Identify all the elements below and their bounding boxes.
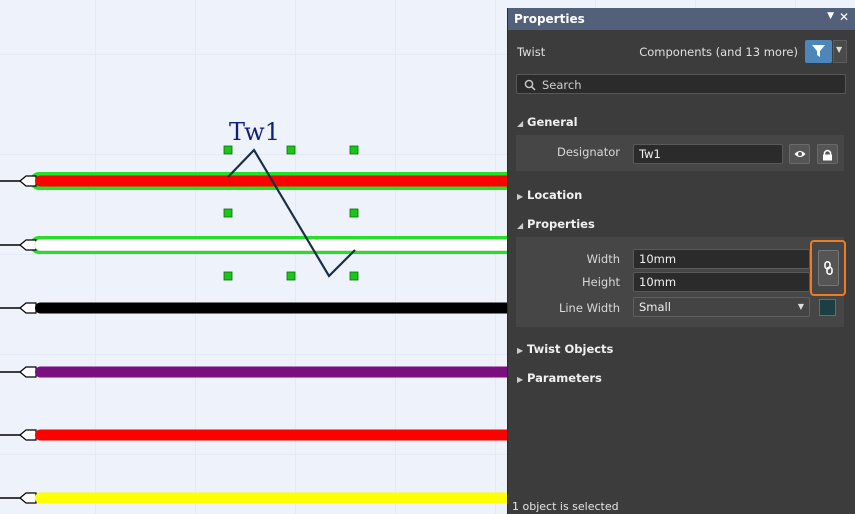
section-twist-objects-label: Twist Objects [527, 342, 614, 356]
wire-body[interactable] [35, 492, 520, 504]
wire[interactable] [0, 492, 520, 504]
wire-body[interactable] [35, 302, 520, 314]
twist-designator-label[interactable]: Tw1 [229, 118, 280, 146]
wire[interactable] [0, 429, 520, 441]
expanded-arrow-icon: ◢ [517, 119, 524, 128]
designator-label: Designator [556, 145, 620, 159]
search-placeholder: Search [542, 78, 582, 92]
search-icon [524, 79, 536, 91]
wire-body[interactable] [35, 366, 520, 378]
section-parameters[interactable]: ▶ Parameters [517, 371, 602, 385]
height-label: Height [581, 275, 620, 289]
collapsed-arrow-icon: ▶ [517, 192, 524, 201]
section-properties-label: Properties [527, 217, 595, 231]
width-field[interactable]: 10mm [633, 249, 810, 269]
selection-handle[interactable] [286, 271, 296, 281]
wire-body[interactable] [34, 239, 521, 251]
panel-menu-icon[interactable]: ▼ [827, 11, 834, 21]
close-icon[interactable]: ✕ [839, 10, 849, 24]
selection-handle[interactable] [223, 208, 233, 218]
section-location-label: Location [527, 188, 583, 202]
panel-titlebar[interactable]: Properties ▼ ✕ [508, 8, 855, 30]
selection-handle[interactable] [286, 145, 296, 155]
aspect-lock-highlight [810, 240, 846, 296]
collapsed-arrow-icon: ▶ [517, 346, 524, 355]
properties-group: Width 10mm Height 10mm Line Width Small … [516, 237, 844, 327]
section-parameters-label: Parameters [527, 371, 602, 385]
properties-panel: Properties ▼ ✕ Twist Components (and 13 … [507, 8, 855, 514]
wire[interactable] [0, 302, 520, 314]
designator-field[interactable]: Tw1 [633, 144, 783, 164]
visibility-button[interactable] [789, 144, 810, 164]
line-width-label: Line Width [558, 301, 620, 315]
wire[interactable] [0, 236, 521, 254]
status-text: 1 object is selected [512, 500, 619, 513]
selection-handle[interactable] [349, 145, 359, 155]
filter-summary: Components (and 13 more) [639, 45, 798, 59]
height-field[interactable]: 10mm [633, 272, 810, 292]
wire[interactable] [0, 172, 520, 190]
panel-title: Properties [514, 12, 585, 26]
search-input[interactable]: Search [516, 74, 846, 94]
selection-handle[interactable] [349, 271, 359, 281]
section-properties[interactable]: ◢ Properties [517, 217, 595, 231]
chevron-down-icon: ▼ [836, 45, 843, 54]
selection-handle[interactable] [349, 208, 359, 218]
object-filter-row: Twist Components (and 13 more) ▼ [508, 40, 855, 63]
lock-icon [823, 149, 832, 161]
filter-dropdown[interactable]: ▼ [833, 40, 847, 63]
object-kind: Twist [517, 45, 546, 59]
selection-handle[interactable] [223, 145, 233, 155]
width-label: Width [586, 252, 620, 266]
funnel-icon [812, 45, 825, 57]
section-location[interactable]: ▶ Location [517, 188, 582, 202]
section-twist-objects[interactable]: ▶ Twist Objects [517, 342, 613, 356]
section-general[interactable]: ◢ General [517, 115, 578, 129]
general-group: Designator Tw1 [516, 135, 844, 171]
wire[interactable] [0, 366, 520, 378]
lock-button[interactable] [817, 144, 838, 164]
line-width-value: Small [639, 300, 671, 314]
selection-handle[interactable] [223, 271, 233, 281]
eye-icon [794, 151, 806, 157]
chevron-down-icon: ▼ [797, 302, 804, 311]
wire-body[interactable] [35, 175, 520, 187]
collapsed-arrow-icon: ▶ [517, 375, 524, 384]
expanded-arrow-icon: ◢ [517, 221, 524, 230]
line-color-swatch[interactable] [819, 299, 836, 316]
filter-button[interactable] [805, 40, 832, 63]
line-width-select[interactable]: Small ▼ [633, 297, 810, 317]
chain-link-icon [824, 261, 833, 275]
wire-body[interactable] [35, 429, 520, 441]
section-general-label: General [527, 115, 578, 129]
link-aspect-button[interactable] [818, 250, 839, 286]
